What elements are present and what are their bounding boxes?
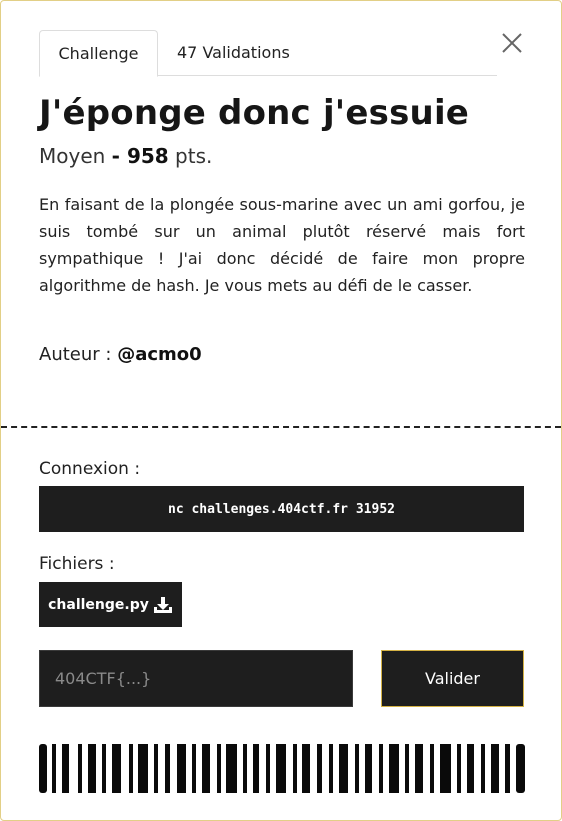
challenge-card: Challenge 47 Validations J'éponge donc j… — [0, 0, 562, 821]
tab-challenge[interactable]: Challenge — [39, 30, 158, 77]
difficulty-label: Moyen — [39, 144, 106, 168]
author-label: Auteur : — [39, 344, 112, 365]
points-unit: pts. — [175, 144, 213, 168]
author-line: Auteur : @acmo0 — [39, 344, 202, 365]
challenge-title: J'éponge donc j'essuie — [39, 93, 470, 133]
difficulty-separator: - — [111, 144, 127, 168]
connection-command[interactable]: nc challenges.404ctf.fr 31952 — [39, 486, 524, 532]
files-label: Fichiers : — [39, 554, 115, 574]
file-name: challenge.py — [48, 596, 149, 613]
connection-label: Connexion : — [39, 459, 141, 479]
dashed-divider — [1, 426, 561, 428]
points-value: 958 — [126, 144, 169, 168]
barcode-graphic — [39, 744, 525, 793]
difficulty-line: Moyen - 958 pts. — [39, 144, 212, 168]
author-name: @acmo0 — [117, 344, 202, 365]
flag-input[interactable] — [39, 650, 353, 707]
close-icon — [502, 33, 522, 53]
tab-validations[interactable]: 47 Validations — [177, 30, 290, 75]
challenge-description: En faisant de la plongée sous-marine ave… — [39, 195, 525, 295]
tab-bar: Challenge 47 Validations — [39, 30, 497, 77]
submit-button[interactable]: Valider — [381, 650, 524, 707]
download-icon — [153, 596, 172, 613]
close-button[interactable] — [501, 32, 523, 54]
file-download-button[interactable]: challenge.py — [39, 582, 182, 627]
